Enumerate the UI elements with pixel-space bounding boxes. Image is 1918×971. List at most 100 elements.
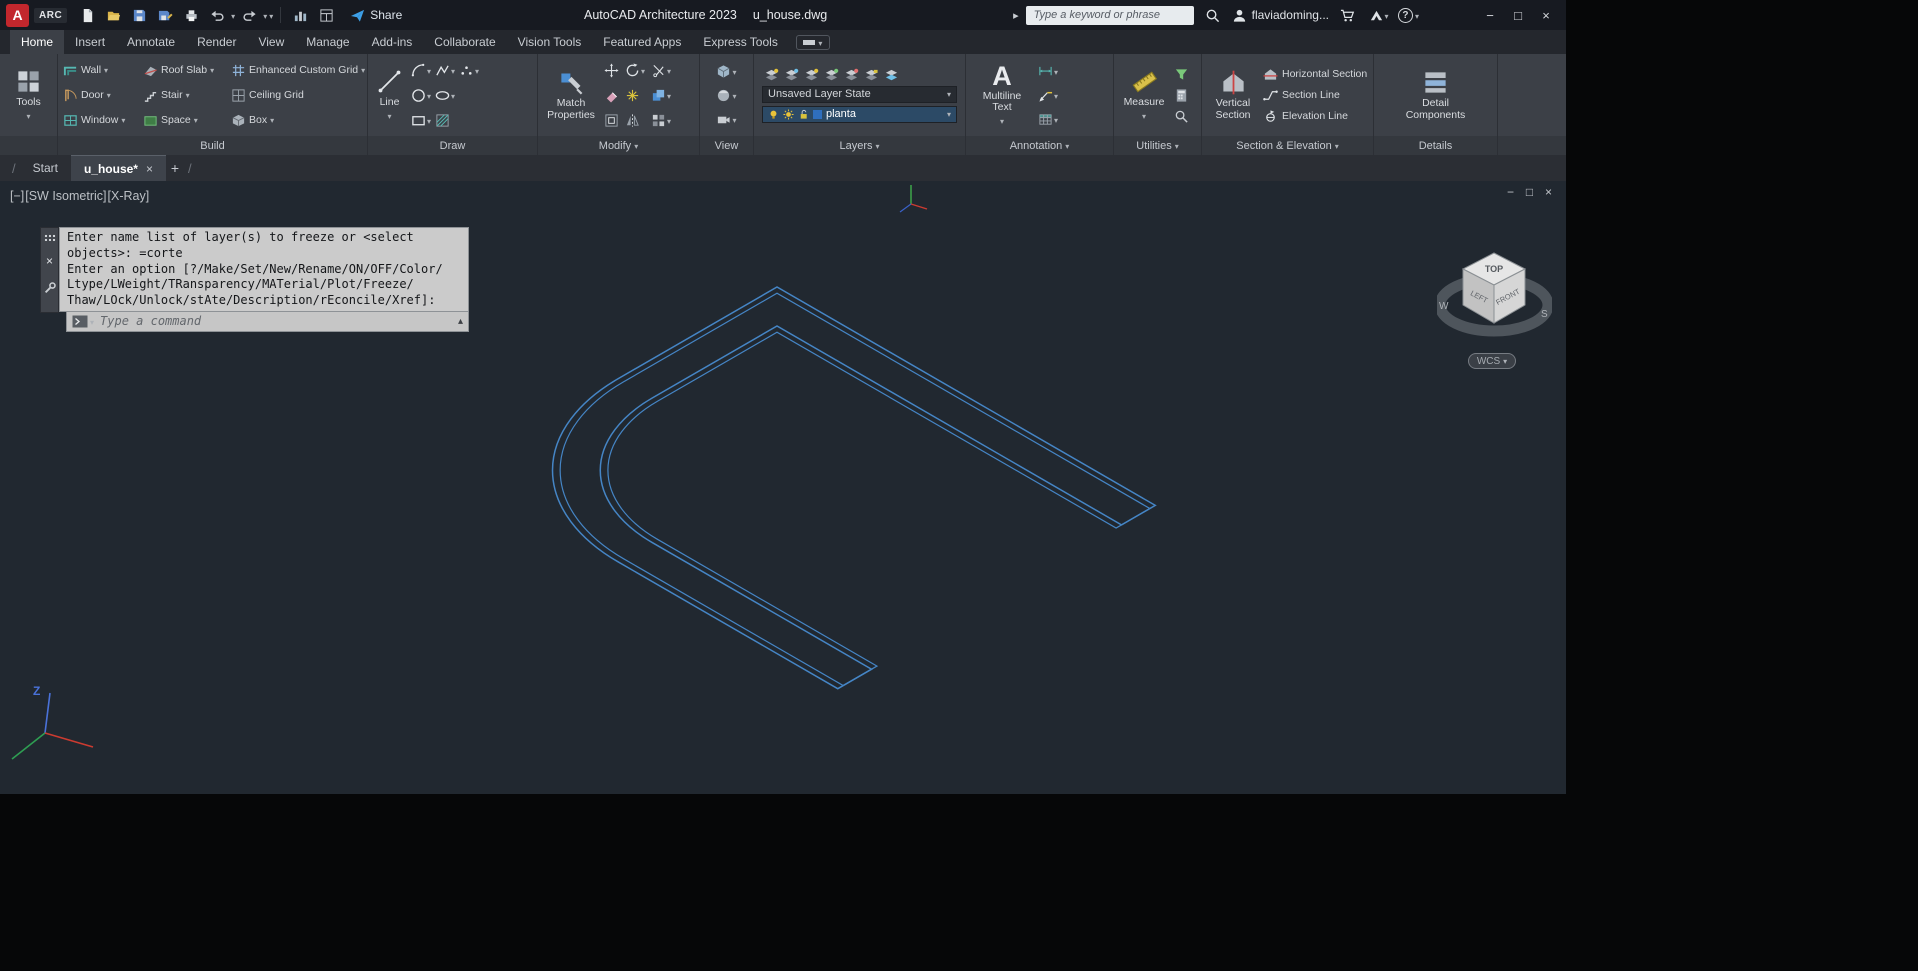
command-close-icon[interactable] <box>46 252 53 270</box>
close-button[interactable]: × <box>1532 1 1560 29</box>
redo-button[interactable] <box>237 3 261 27</box>
detail-components-button[interactable]: Detail Components <box>1401 57 1471 133</box>
cart-button[interactable] <box>1336 3 1360 27</box>
dimension-button[interactable] <box>1037 61 1059 81</box>
account-button[interactable]: flaviadoming... <box>1232 8 1329 23</box>
viewcube[interactable]: W S TOP LEFT FRONT <box>1437 239 1552 359</box>
tab-annotate[interactable]: Annotate <box>116 30 186 54</box>
circle-button[interactable] <box>410 85 432 105</box>
tab-insert[interactable]: Insert <box>64 30 116 54</box>
panel-label-details[interactable]: Details <box>1374 136 1497 155</box>
layer-properties-icon[interactable] <box>764 68 779 83</box>
search-button[interactable] <box>1201 3 1225 27</box>
drawing-close-button[interactable]: × <box>1539 185 1558 199</box>
mirror-button[interactable] <box>624 112 646 129</box>
layer-match-icon[interactable] <box>884 68 899 83</box>
space-button[interactable]: Space <box>143 113 231 128</box>
layer-isolate-icon[interactable] <box>824 68 839 83</box>
arc-button[interactable] <box>410 60 432 80</box>
hatch-button[interactable] <box>434 112 451 129</box>
panel-label-annotation[interactable]: Annotation <box>966 136 1113 155</box>
viewcube-west-label[interactable]: W <box>1439 301 1449 312</box>
redo-history-caret-icon[interactable] <box>263 8 267 22</box>
rectangle-button[interactable] <box>410 110 432 130</box>
panel-label-draw[interactable]: Draw <box>368 136 537 155</box>
layer-state-dropdown[interactable]: Unsaved Layer State <box>762 85 957 103</box>
viewcube-south-label[interactable]: S <box>1541 309 1548 320</box>
tools-button[interactable]: Tools <box>12 57 45 133</box>
tab-render[interactable]: Render <box>186 30 247 54</box>
wcs-selector[interactable]: WCS <box>1468 353 1516 369</box>
match-properties-button[interactable]: Match Properties <box>543 57 599 133</box>
tab-close-icon[interactable]: × <box>146 162 153 176</box>
layer-off-icon[interactable] <box>804 68 819 83</box>
view-cube-tool-button[interactable] <box>715 61 737 81</box>
qat-customize-caret-icon[interactable] <box>269 8 273 22</box>
trim-button[interactable] <box>650 60 672 80</box>
drawing-area[interactable]: [−] [SW Isometric] [X-Ray] − □ × E <box>0 181 1566 794</box>
tab-featured-apps[interactable]: Featured Apps <box>592 30 692 54</box>
panel-label-section[interactable]: Section & Elevation <box>1202 136 1373 155</box>
save-button[interactable] <box>127 3 151 27</box>
multiline-text-button[interactable]: A Multiline Text <box>971 57 1033 133</box>
roof-slab-button[interactable]: Roof Slab <box>143 63 231 78</box>
quick-select-button[interactable] <box>1173 66 1190 83</box>
measure-button[interactable]: Measure <box>1119 57 1169 133</box>
ribbon-display-toggle[interactable] <box>795 34 830 50</box>
undo-button[interactable] <box>205 3 229 27</box>
erase-button[interactable] <box>603 87 620 104</box>
array-button[interactable] <box>650 110 672 130</box>
tab-express-tools[interactable]: Express Tools <box>692 30 788 54</box>
rotate-button[interactable] <box>624 60 646 80</box>
tab-view[interactable]: View <box>247 30 295 54</box>
leader-button[interactable] <box>1037 85 1059 105</box>
plot-button[interactable] <box>179 3 203 27</box>
stair-button[interactable]: Stair <box>143 88 231 103</box>
save-as-button[interactable] <box>153 3 177 27</box>
panel-label-view[interactable]: View <box>700 136 753 155</box>
panel-label-build[interactable]: Build <box>58 136 367 155</box>
tab-home[interactable]: Home <box>10 30 65 54</box>
panel-label-layers[interactable]: Layers <box>754 136 965 155</box>
explode-button[interactable] <box>624 87 646 104</box>
line-button[interactable]: Line <box>373 57 406 133</box>
layer-freeze-icon[interactable] <box>784 68 799 83</box>
move-button[interactable] <box>603 62 620 79</box>
table-button[interactable] <box>1037 109 1059 129</box>
elevation-line-button[interactable]: Elevation Line <box>1263 109 1367 124</box>
section-line-button[interactable]: Section Line <box>1263 88 1367 103</box>
copy-button[interactable] <box>650 85 672 105</box>
viewport-view-button[interactable]: [SW Isometric] <box>25 189 106 203</box>
open-file-button[interactable] <box>101 3 125 27</box>
command-collapse-icon[interactable]: ▴ <box>458 316 463 327</box>
command-prompt-button[interactable] <box>72 312 94 330</box>
layout-button[interactable] <box>314 3 338 27</box>
drawing-restore-button[interactable]: □ <box>1520 185 1539 199</box>
horizontal-section-button[interactable]: Horizontal Section <box>1263 67 1367 82</box>
door-button[interactable]: Door <box>63 88 143 103</box>
layer-on-bulb-icon[interactable] <box>768 109 779 120</box>
drawing-minimize-button[interactable]: − <box>1501 185 1520 199</box>
enhanced-custom-grid-button[interactable]: Enhanced Custom Grid <box>231 63 367 78</box>
command-window-grip[interactable] <box>40 227 59 313</box>
wall-button[interactable]: Wall <box>63 63 143 78</box>
tab-manage[interactable]: Manage <box>295 30 360 54</box>
tab-u-house[interactable]: u_house* × <box>70 155 166 181</box>
app-menu-button[interactable]: A <box>6 3 29 27</box>
search-input[interactable] <box>1025 5 1194 25</box>
tab-vision-tools[interactable]: Vision Tools <box>507 30 593 54</box>
maximize-button[interactable]: □ <box>1504 1 1532 29</box>
undo-history-caret-icon[interactable] <box>231 8 235 22</box>
find-button[interactable] <box>1173 108 1190 125</box>
tab-collaborate[interactable]: Collaborate <box>423 30 506 54</box>
drawing-utilities-button[interactable] <box>288 3 312 27</box>
autodesk-apps-button[interactable] <box>1367 3 1391 27</box>
new-drawing-tab-button[interactable]: + <box>166 159 184 177</box>
expand-arrow-icon[interactable]: ▸ <box>1013 9 1019 22</box>
ellipse-button[interactable] <box>434 85 456 105</box>
viewport-visual-style-button[interactable]: [X-Ray] <box>108 189 150 203</box>
layer-thaw-sun-icon[interactable] <box>783 108 794 120</box>
help-button[interactable]: ? <box>1397 7 1419 23</box>
customize-wrench-icon[interactable] <box>43 281 57 295</box>
quick-calc-button[interactable] <box>1173 87 1190 104</box>
